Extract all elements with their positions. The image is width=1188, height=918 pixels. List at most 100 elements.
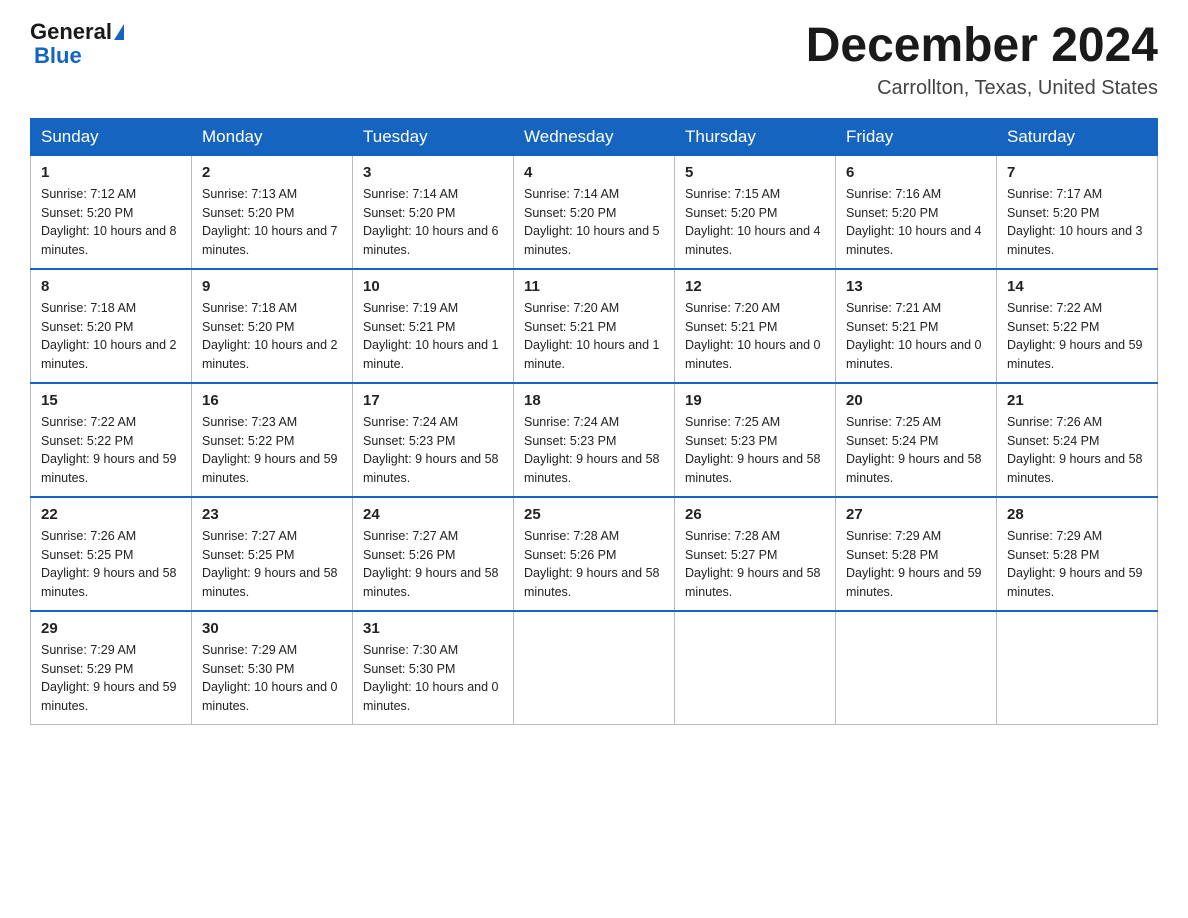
col-header-monday: Monday xyxy=(192,118,353,155)
day-number: 10 xyxy=(363,278,503,295)
day-info: Sunrise: 7:12 AMSunset: 5:20 PMDaylight:… xyxy=(41,185,181,260)
day-number: 22 xyxy=(41,506,181,523)
calendar-day-cell: 30 Sunrise: 7:29 AMSunset: 5:30 PMDayligh… xyxy=(192,611,353,725)
calendar-day-cell xyxy=(514,611,675,725)
day-number: 9 xyxy=(202,278,342,295)
day-number: 14 xyxy=(1007,278,1147,295)
day-number: 1 xyxy=(41,164,181,181)
day-info: Sunrise: 7:21 AMSunset: 5:21 PMDaylight:… xyxy=(846,299,986,374)
title-block: December 2024 Carrollton, Texas, United … xyxy=(806,20,1158,100)
calendar-day-cell: 22 Sunrise: 7:26 AMSunset: 5:25 PMDayligh… xyxy=(31,497,192,611)
day-info: Sunrise: 7:19 AMSunset: 5:21 PMDaylight:… xyxy=(363,299,503,374)
calendar-day-cell: 26 Sunrise: 7:28 AMSunset: 5:27 PMDayligh… xyxy=(675,497,836,611)
day-info: Sunrise: 7:22 AMSunset: 5:22 PMDaylight:… xyxy=(41,413,181,488)
day-number: 26 xyxy=(685,506,825,523)
calendar-week-row: 22 Sunrise: 7:26 AMSunset: 5:25 PMDayligh… xyxy=(31,497,1158,611)
page-header: General Blue December 2024 Carrollton, T… xyxy=(30,20,1158,100)
calendar-day-cell: 1 Sunrise: 7:12 AMSunset: 5:20 PMDaylight… xyxy=(31,155,192,269)
day-info: Sunrise: 7:24 AMSunset: 5:23 PMDaylight:… xyxy=(363,413,503,488)
day-info: Sunrise: 7:25 AMSunset: 5:23 PMDaylight:… xyxy=(685,413,825,488)
calendar-day-cell: 24 Sunrise: 7:27 AMSunset: 5:26 PMDayligh… xyxy=(353,497,514,611)
calendar-day-cell: 21 Sunrise: 7:26 AMSunset: 5:24 PMDayligh… xyxy=(997,383,1158,497)
day-number: 2 xyxy=(202,164,342,181)
calendar-day-cell: 28 Sunrise: 7:29 AMSunset: 5:28 PMDayligh… xyxy=(997,497,1158,611)
day-info: Sunrise: 7:23 AMSunset: 5:22 PMDaylight:… xyxy=(202,413,342,488)
day-info: Sunrise: 7:25 AMSunset: 5:24 PMDaylight:… xyxy=(846,413,986,488)
calendar-table: SundayMondayTuesdayWednesdayThursdayFrid… xyxy=(30,118,1158,725)
logo-triangle-icon xyxy=(114,24,124,40)
day-info: Sunrise: 7:18 AMSunset: 5:20 PMDaylight:… xyxy=(202,299,342,374)
calendar-day-cell: 23 Sunrise: 7:27 AMSunset: 5:25 PMDayligh… xyxy=(192,497,353,611)
day-number: 27 xyxy=(846,506,986,523)
day-number: 30 xyxy=(202,620,342,637)
calendar-day-cell: 18Sunrise: 7:24 AMSunset: 5:23 PMDayligh… xyxy=(514,383,675,497)
calendar-day-cell: 15 Sunrise: 7:22 AMSunset: 5:22 PMDayligh… xyxy=(31,383,192,497)
day-info: Sunrise: 7:29 AMSunset: 5:29 PMDaylight:… xyxy=(41,641,181,716)
day-number: 31 xyxy=(363,620,503,637)
calendar-week-row: 8 Sunrise: 7:18 AMSunset: 5:20 PMDaylight… xyxy=(31,269,1158,383)
day-info: Sunrise: 7:28 AMSunset: 5:27 PMDaylight:… xyxy=(685,527,825,602)
day-info: Sunrise: 7:14 AMSunset: 5:20 PMDaylight:… xyxy=(524,185,664,260)
col-header-sunday: Sunday xyxy=(31,118,192,155)
calendar-day-cell: 27 Sunrise: 7:29 AMSunset: 5:28 PMDayligh… xyxy=(836,497,997,611)
day-info: Sunrise: 7:13 AMSunset: 5:20 PMDaylight:… xyxy=(202,185,342,260)
calendar-day-cell: 8 Sunrise: 7:18 AMSunset: 5:20 PMDaylight… xyxy=(31,269,192,383)
calendar-day-cell: 25Sunrise: 7:28 AMSunset: 5:26 PMDayligh… xyxy=(514,497,675,611)
day-info: Sunrise: 7:20 AMSunset: 5:21 PMDaylight:… xyxy=(524,299,664,374)
day-info: Sunrise: 7:29 AMSunset: 5:30 PMDaylight:… xyxy=(202,641,342,716)
calendar-day-cell: 9 Sunrise: 7:18 AMSunset: 5:20 PMDaylight… xyxy=(192,269,353,383)
day-number: 8 xyxy=(41,278,181,295)
calendar-day-cell xyxy=(997,611,1158,725)
day-number: 23 xyxy=(202,506,342,523)
day-info: Sunrise: 7:17 AMSunset: 5:20 PMDaylight:… xyxy=(1007,185,1147,260)
calendar-day-cell: 10 Sunrise: 7:19 AMSunset: 5:21 PMDayligh… xyxy=(353,269,514,383)
day-info: Sunrise: 7:30 AMSunset: 5:30 PMDaylight:… xyxy=(363,641,503,716)
day-info: Sunrise: 7:29 AMSunset: 5:28 PMDaylight:… xyxy=(846,527,986,602)
day-number: 11 xyxy=(524,278,664,295)
logo: General Blue xyxy=(30,20,124,68)
calendar-day-cell: 20Sunrise: 7:25 AMSunset: 5:24 PMDayligh… xyxy=(836,383,997,497)
day-number: 21 xyxy=(1007,392,1147,409)
day-number: 6 xyxy=(846,164,986,181)
calendar-day-cell xyxy=(675,611,836,725)
calendar-day-cell: 3Sunrise: 7:14 AMSunset: 5:20 PMDaylight… xyxy=(353,155,514,269)
day-number: 16 xyxy=(202,392,342,409)
day-number: 17 xyxy=(363,392,503,409)
day-info: Sunrise: 7:28 AMSunset: 5:26 PMDaylight:… xyxy=(524,527,664,602)
day-number: 5 xyxy=(685,164,825,181)
logo-blue: Blue xyxy=(34,44,82,68)
calendar-day-cell xyxy=(836,611,997,725)
calendar-week-row: 29 Sunrise: 7:29 AMSunset: 5:29 PMDayligh… xyxy=(31,611,1158,725)
col-header-friday: Friday xyxy=(836,118,997,155)
day-info: Sunrise: 7:16 AMSunset: 5:20 PMDaylight:… xyxy=(846,185,986,260)
calendar-day-cell: 2 Sunrise: 7:13 AMSunset: 5:20 PMDaylight… xyxy=(192,155,353,269)
day-info: Sunrise: 7:24 AMSunset: 5:23 PMDaylight:… xyxy=(524,413,664,488)
day-number: 24 xyxy=(363,506,503,523)
day-number: 28 xyxy=(1007,506,1147,523)
col-header-thursday: Thursday xyxy=(675,118,836,155)
day-number: 19 xyxy=(685,392,825,409)
day-info: Sunrise: 7:20 AMSunset: 5:21 PMDaylight:… xyxy=(685,299,825,374)
day-number: 3 xyxy=(363,164,503,181)
month-title: December 2024 xyxy=(806,20,1158,73)
location: Carrollton, Texas, United States xyxy=(806,77,1158,100)
day-info: Sunrise: 7:26 AMSunset: 5:25 PMDaylight:… xyxy=(41,527,181,602)
day-info: Sunrise: 7:22 AMSunset: 5:22 PMDaylight:… xyxy=(1007,299,1147,374)
day-info: Sunrise: 7:27 AMSunset: 5:25 PMDaylight:… xyxy=(202,527,342,602)
calendar-day-cell: 7Sunrise: 7:17 AMSunset: 5:20 PMDaylight… xyxy=(997,155,1158,269)
calendar-week-row: 15 Sunrise: 7:22 AMSunset: 5:22 PMDayligh… xyxy=(31,383,1158,497)
day-info: Sunrise: 7:26 AMSunset: 5:24 PMDaylight:… xyxy=(1007,413,1147,488)
calendar-day-cell: 12 Sunrise: 7:20 AMSunset: 5:21 PMDayligh… xyxy=(675,269,836,383)
day-number: 29 xyxy=(41,620,181,637)
day-number: 12 xyxy=(685,278,825,295)
day-number: 15 xyxy=(41,392,181,409)
calendar-week-row: 1 Sunrise: 7:12 AMSunset: 5:20 PMDaylight… xyxy=(31,155,1158,269)
day-info: Sunrise: 7:18 AMSunset: 5:20 PMDaylight:… xyxy=(41,299,181,374)
day-info: Sunrise: 7:15 AMSunset: 5:20 PMDaylight:… xyxy=(685,185,825,260)
calendar-header-row: SundayMondayTuesdayWednesdayThursdayFrid… xyxy=(31,118,1158,155)
calendar-day-cell: 31 Sunrise: 7:30 AMSunset: 5:30 PMDayligh… xyxy=(353,611,514,725)
day-info: Sunrise: 7:29 AMSunset: 5:28 PMDaylight:… xyxy=(1007,527,1147,602)
calendar-day-cell: 4Sunrise: 7:14 AMSunset: 5:20 PMDaylight… xyxy=(514,155,675,269)
calendar-day-cell: 11 Sunrise: 7:20 AMSunset: 5:21 PMDayligh… xyxy=(514,269,675,383)
day-info: Sunrise: 7:27 AMSunset: 5:26 PMDaylight:… xyxy=(363,527,503,602)
